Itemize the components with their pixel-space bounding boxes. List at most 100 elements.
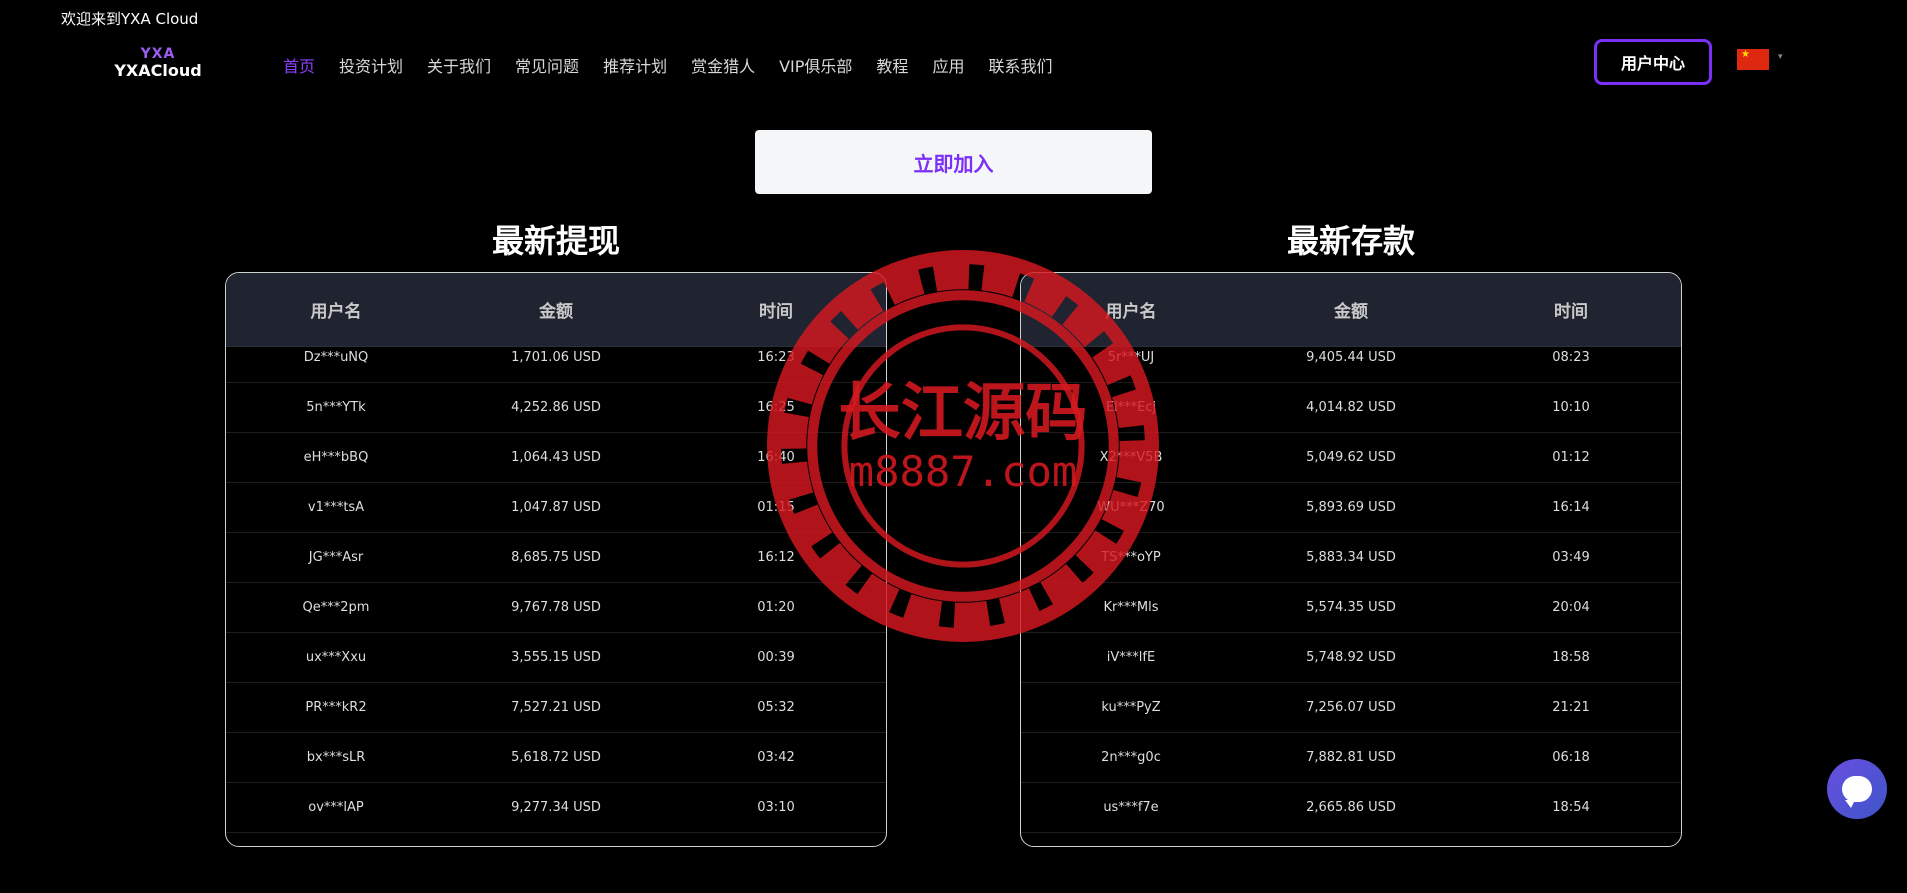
cell-username: 5r***UJ	[1107, 350, 1155, 365]
nav-item-home[interactable]: 首页	[283, 53, 315, 77]
cell-amount: 3,555.15 USD	[511, 650, 601, 665]
nav-item-vip-club[interactable]: VIP俱乐部	[779, 53, 852, 77]
chevron-down-icon[interactable]: ▾	[1778, 52, 1783, 62]
chat-bubble-icon	[1842, 776, 1872, 808]
table-row: Qe***2pm 9,767.78 USD 01:20	[226, 583, 886, 633]
cell-time: 18:58	[1552, 650, 1590, 665]
cell-time: 16:14	[1552, 500, 1590, 515]
table-row: ux***Xxu 3,555.15 USD 00:39	[226, 633, 886, 683]
cell-amount: 2,665.86 USD	[1306, 800, 1396, 815]
cell-amount: 5,574.35 USD	[1306, 600, 1396, 615]
table-body[interactable]: 5r***UJ 9,405.44 USD 08:23 El***Ecj 4,014.8…	[1021, 333, 1681, 833]
cell-username: 5n***YTk	[306, 400, 366, 415]
cell-time: 00:39	[757, 650, 795, 665]
deposit-title: 最新存款	[1286, 222, 1415, 260]
table-row: eH***bBQ 1,064.43 USD 16:40	[226, 433, 886, 483]
table-row: X2***V5B 5,049.62 USD 01:12	[1021, 433, 1681, 483]
cell-amount: 5,748.92 USD	[1306, 650, 1396, 665]
column-header-time: 时间	[1554, 302, 1588, 322]
table-row: 5r***UJ 9,405.44 USD 08:23	[1021, 333, 1681, 383]
cell-time: 03:49	[1552, 550, 1590, 565]
cell-username: El***Ecj	[1105, 400, 1157, 415]
withdraw-title: 最新提现	[491, 222, 620, 260]
nav-item-about-us[interactable]: 关于我们	[427, 53, 491, 77]
chat-support-button[interactable]	[1827, 759, 1887, 819]
cell-time: 08:23	[1552, 350, 1590, 365]
cell-username: 2n***g0c	[1101, 750, 1161, 765]
table-row: Kr***Mls 5,574.35 USD 20:04	[1021, 583, 1681, 633]
nav-item-referral[interactable]: 推荐计划	[603, 53, 667, 77]
cell-time: 20:04	[1552, 600, 1590, 615]
table-row: TS***oYP 5,883.34 USD 03:49	[1021, 533, 1681, 583]
cell-time: 16:23	[757, 350, 795, 365]
nav-item-faq[interactable]: 常见问题	[515, 53, 579, 77]
table-row: Dz***uNQ 1,701.06 USD 16:23	[226, 333, 886, 383]
nav-item-app[interactable]: 应用	[932, 53, 964, 77]
cell-username: X2***V5B	[1099, 450, 1163, 465]
cell-time: 16:25	[757, 400, 795, 415]
column-header-username: 用户名	[310, 302, 362, 322]
cell-username: ov***lAP	[308, 800, 364, 815]
cell-time: 01:20	[757, 600, 795, 615]
cell-time: 18:54	[1552, 800, 1590, 815]
cell-amount: 5,893.69 USD	[1306, 500, 1396, 515]
column-header-time: 时间	[759, 302, 793, 322]
cell-amount: 5,618.72 USD	[511, 750, 601, 765]
cell-amount: 7,256.07 USD	[1306, 700, 1396, 715]
cell-time: 05:32	[757, 700, 795, 715]
cell-time: 16:40	[757, 450, 795, 465]
cell-amount: 1,701.06 USD	[511, 350, 601, 365]
logo-text: YXACloud	[114, 61, 202, 80]
cell-time: 21:21	[1552, 700, 1590, 715]
flag-star-icon: ★	[1741, 49, 1750, 60]
nav-item-investment-plan[interactable]: 投资计划	[339, 53, 403, 77]
table-row: v1***tsA 1,047.87 USD 01:15	[226, 483, 886, 533]
cell-amount: 5,049.62 USD	[1306, 450, 1396, 465]
nav-item-contact[interactable]: 联系我们	[988, 53, 1052, 77]
cell-username: PR***kR2	[305, 700, 367, 715]
user-center-button[interactable]: 用户中心	[1594, 39, 1712, 85]
cell-amount: 8,685.75 USD	[511, 550, 601, 565]
cell-time: 06:18	[1552, 750, 1590, 765]
deposit-table: 用户名 金额 时间 5r***UJ 9,405.44 USD 08:23 El***…	[1020, 272, 1682, 847]
cell-username: ux***Xxu	[305, 650, 367, 665]
cell-time: 03:10	[757, 800, 795, 815]
cell-amount: 7,882.81 USD	[1306, 750, 1396, 765]
cell-username: us***f7e	[1103, 800, 1159, 815]
cell-amount: 1,064.43 USD	[511, 450, 601, 465]
cell-amount: 4,014.82 USD	[1306, 400, 1396, 415]
cell-time: 03:42	[757, 750, 795, 765]
table-row: ku***PyZ 7,256.07 USD 21:21	[1021, 683, 1681, 733]
china-flag-icon[interactable]: ★	[1737, 49, 1769, 70]
column-header-amount: 金额	[1334, 302, 1368, 322]
table-row: PR***kR2 7,527.21 USD 05:32	[226, 683, 886, 733]
yxa-logo[interactable]: YXA YXACloud	[100, 46, 216, 82]
nav-item-tutorial[interactable]: 教程	[876, 53, 908, 77]
join-now-button[interactable]: 立即加入	[755, 130, 1152, 194]
cell-username: JG***Asr	[308, 550, 364, 565]
table-row: 5n***YTk 4,252.86 USD 16:25	[226, 383, 886, 433]
cell-username: Dz***uNQ	[303, 350, 369, 365]
cell-amount: 5,883.34 USD	[1306, 550, 1396, 565]
nav-item-bounty-hunter[interactable]: 赏金猎人	[691, 53, 755, 77]
logo-mark: YXA	[140, 46, 176, 62]
cell-amount: 9,405.44 USD	[1306, 350, 1396, 365]
cell-time: 16:12	[757, 550, 795, 565]
cell-username: WU***Z70	[1097, 500, 1165, 515]
cell-username: eH***bBQ	[303, 450, 369, 465]
table-row: bx***sLR 5,618.72 USD 03:42	[226, 733, 886, 783]
cell-amount: 7,527.21 USD	[511, 700, 601, 715]
table-row: WU***Z70 5,893.69 USD 16:14	[1021, 483, 1681, 533]
table-body[interactable]: Dz***uNQ 1,701.06 USD 16:23 5n***YTk 4,252.…	[226, 333, 886, 833]
cell-amount: 9,277.34 USD	[511, 800, 601, 815]
cell-username: v1***tsA	[307, 500, 365, 515]
cell-username: Qe***2pm	[302, 600, 370, 615]
cell-time: 10:10	[1552, 400, 1590, 415]
cell-username: Kr***Mls	[1103, 600, 1159, 615]
table-row: El***Ecj 4,014.82 USD 10:10	[1021, 383, 1681, 433]
cell-username: iV***lfE	[1106, 650, 1156, 665]
table-row: iV***lfE 5,748.92 USD 18:58	[1021, 633, 1681, 683]
main-nav: 首页 投资计划 关于我们 常见问题 推荐计划 赏金猎人 VIP俱乐部 教程 应用…	[283, 53, 1076, 77]
table-row: JG***Asr 8,685.75 USD 16:12	[226, 533, 886, 583]
table-row: us***f7e 2,665.86 USD 18:54	[1021, 783, 1681, 833]
